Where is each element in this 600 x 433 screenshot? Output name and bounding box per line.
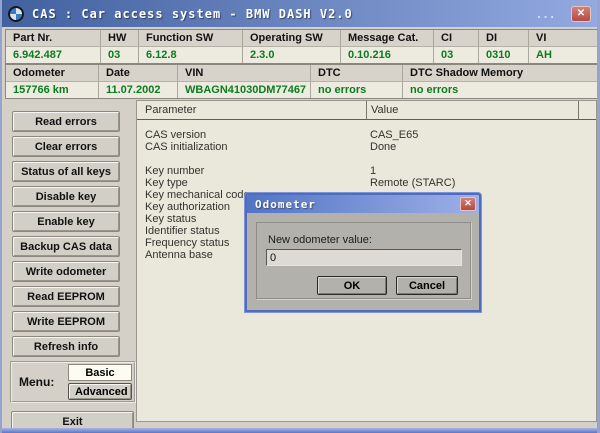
value-di: 0310 — [479, 47, 529, 63]
sidebar: Read errors Clear errors Status of all k… — [5, 97, 136, 428]
menu-basic-button[interactable]: Basic — [68, 364, 132, 381]
dialog-body: New odometer value: OK Cancel — [256, 222, 471, 299]
param-cell: CAS initialization — [137, 141, 366, 153]
info2-header-row: Odometer Date VIN DTC DTC Shadow Memory — [6, 65, 598, 81]
value-cell: 1 — [366, 165, 596, 177]
menu-label: Menu: — [19, 375, 68, 389]
value-cell: Done — [366, 141, 596, 153]
header-dtc: DTC — [311, 65, 403, 81]
dialog-titlebar[interactable]: Odometer ✕ — [247, 195, 479, 213]
window-close-icon[interactable]: ✕ — [571, 6, 591, 22]
window-bottom-border — [2, 428, 597, 433]
menu-advanced-button[interactable]: Advanced — [68, 383, 132, 400]
header-function-sw: Function SW — [139, 30, 243, 46]
value-vi: AH — [529, 47, 598, 63]
param-cell: CAS version — [137, 129, 366, 141]
window-titlebar[interactable]: CAS : Car access system - BMW DASH V2.0 … — [2, 0, 597, 27]
table-row: CAS initializationDone — [137, 141, 596, 153]
enable-key-button[interactable]: Enable key — [12, 211, 120, 232]
param-cell — [137, 153, 366, 165]
titlebar-dots[interactable]: ... — [537, 6, 557, 21]
dialog-close-icon[interactable]: ✕ — [460, 197, 476, 211]
read-eeprom-button[interactable]: Read EEPROM — [12, 286, 120, 307]
vehicle-info-table-2: Odometer Date VIN DTC DTC Shadow Memory … — [5, 64, 599, 99]
value-vin: WBAGN41030DM77467 — [178, 82, 311, 98]
value-function-sw: 6.12.8 — [139, 47, 243, 63]
status-of-all-keys-button[interactable]: Status of all keys — [12, 161, 120, 182]
value-dtc: no errors — [311, 82, 403, 98]
header-vi: VI — [529, 30, 598, 46]
header-message-cat: Message Cat. — [341, 30, 434, 46]
value-cell: CAS_E65 — [366, 129, 596, 141]
param-cell: Key number — [137, 165, 366, 177]
info2-value-row: 157766 km 11.07.2002 WBAGN41030DM77467 n… — [6, 81, 598, 98]
header-part-nr: Part Nr. — [6, 30, 101, 46]
value-column-header: Value — [366, 101, 578, 119]
refresh-info-button[interactable]: Refresh info — [12, 336, 120, 357]
header-di: DI — [479, 30, 529, 46]
table-row — [137, 153, 596, 165]
new-odometer-input[interactable] — [266, 249, 462, 266]
table-row: CAS versionCAS_E65 — [137, 129, 596, 141]
parameter-column-header: Parameter — [137, 101, 366, 119]
header-operating-sw: Operating SW — [243, 30, 341, 46]
app-window: CAS : Car access system - BMW DASH V2.0 … — [0, 0, 600, 433]
window-title: CAS : Car access system - BMW DASH V2.0 — [32, 7, 537, 21]
value-part-nr: 6.942.487 — [6, 47, 101, 63]
info1-header-row: Part Nr. HW Function SW Operating SW Mes… — [6, 30, 598, 46]
header-dtc-shadow: DTC Shadow Memory — [403, 65, 598, 81]
vehicle-info-table-1: Part Nr. HW Function SW Operating SW Mes… — [5, 29, 599, 64]
value-hw: 03 — [101, 47, 139, 63]
value-message-cat: 0.10.216 — [341, 47, 434, 63]
value-date: 11.07.2002 — [99, 82, 178, 98]
write-odometer-button[interactable]: Write odometer — [12, 261, 120, 282]
header-hw: HW — [101, 30, 139, 46]
header-spacer — [578, 101, 596, 119]
value-cell: Remote (STARC) — [366, 177, 596, 189]
dialog-title: Odometer — [255, 198, 460, 211]
cancel-button[interactable]: Cancel — [396, 276, 458, 295]
info1-value-row: 6.942.487 03 6.12.8 2.3.0 0.10.216 03 03… — [6, 46, 598, 63]
header-vin: VIN — [178, 65, 311, 81]
ok-button[interactable]: OK — [317, 276, 387, 295]
param-cell: Key type — [137, 177, 366, 189]
backup-cas-data-button[interactable]: Backup CAS data — [12, 236, 120, 257]
write-eeprom-button[interactable]: Write EEPROM — [12, 311, 120, 332]
value-dtc-shadow: no errors — [403, 82, 598, 98]
parameter-panel-header: Parameter Value — [137, 101, 596, 120]
clear-errors-button[interactable]: Clear errors — [12, 136, 120, 157]
table-row: Key typeRemote (STARC) — [137, 177, 596, 189]
value-cell — [366, 153, 596, 165]
header-odometer: Odometer — [6, 65, 99, 81]
bmw-logo-icon — [8, 6, 24, 22]
odometer-dialog: Odometer ✕ New odometer value: OK Cancel — [245, 193, 481, 312]
new-odometer-label: New odometer value: — [266, 234, 462, 246]
value-ci: 03 — [434, 47, 479, 63]
menu-group: Menu: Basic Advanced — [10, 361, 136, 403]
disable-key-button[interactable]: Disable key — [12, 186, 120, 207]
header-ci: CI — [434, 30, 479, 46]
value-odometer: 157766 km — [6, 82, 99, 98]
table-row: Key number1 — [137, 165, 596, 177]
header-date: Date — [99, 65, 178, 81]
read-errors-button[interactable]: Read errors — [12, 111, 120, 132]
value-operating-sw: 2.3.0 — [243, 47, 341, 63]
